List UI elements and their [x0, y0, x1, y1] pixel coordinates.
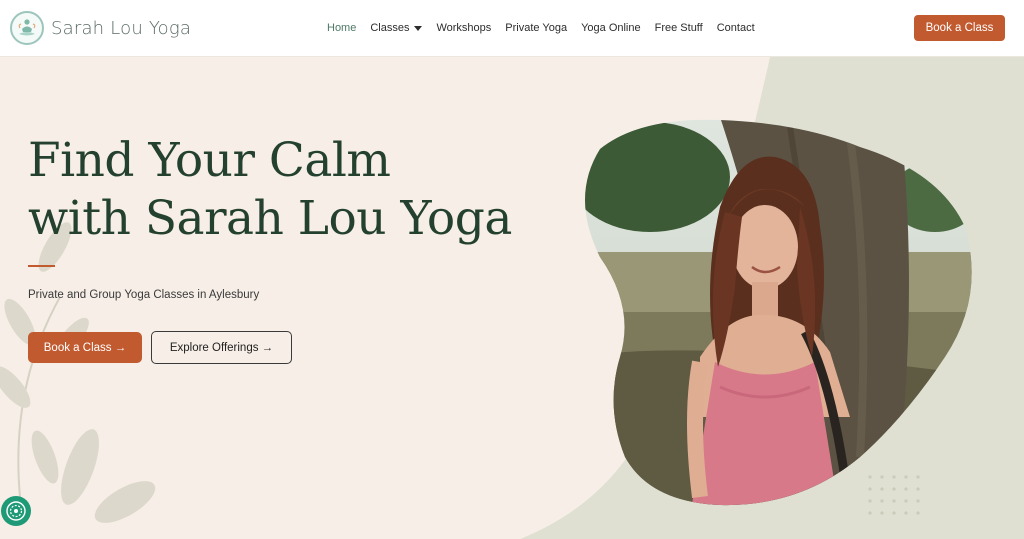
- nav-item-private-yoga[interactable]: Private Yoga: [498, 22, 574, 34]
- headline-line-1: Find Your Calm: [28, 133, 391, 188]
- nav-label: Classes: [370, 22, 410, 34]
- nav-item-classes[interactable]: Classes: [363, 22, 429, 34]
- site-header: Sarah Lou Yoga Home Classes Workshops Pr…: [0, 0, 1024, 57]
- accent-divider: [28, 265, 55, 267]
- nav-item-home[interactable]: Home: [320, 22, 363, 34]
- nav-label: Workshops: [436, 22, 492, 34]
- accessibility-icon[interactable]: [1, 496, 31, 526]
- hero-subtitle: Private and Group Yoga Classes in Aylesb…: [28, 289, 260, 301]
- nav-item-free-stuff[interactable]: Free Stuff: [648, 22, 710, 34]
- brand-name: Sarah Lou Yoga: [51, 17, 192, 39]
- hero-headline: Find Your Calm with Sarah Lou Yoga: [28, 132, 548, 248]
- book-class-header-button[interactable]: Book a Class: [914, 15, 1005, 41]
- main-nav: Home Classes Workshops Private Yoga Yoga…: [320, 0, 762, 56]
- nav-label: Contact: [716, 22, 755, 34]
- book-class-button[interactable]: Book a Class →: [28, 332, 142, 363]
- meditation-figure-icon: [10, 11, 44, 45]
- headline-line-2: with Sarah Lou Yoga: [28, 191, 512, 246]
- nav-label: Free Stuff: [654, 22, 703, 34]
- brand-logo[interactable]: Sarah Lou Yoga: [10, 10, 191, 46]
- explore-offerings-button[interactable]: Explore Offerings →: [151, 331, 292, 364]
- caret-down-icon: [414, 25, 423, 31]
- nav-item-yoga-online[interactable]: Yoga Online: [574, 22, 648, 34]
- nav-item-workshops[interactable]: Workshops: [429, 22, 498, 34]
- nav-item-contact[interactable]: Contact: [710, 22, 762, 34]
- nav-label: Yoga Online: [581, 22, 641, 34]
- hero-section: Find Your Calm with Sarah Lou Yoga Priva…: [0, 57, 1024, 539]
- nav-label: Home: [327, 22, 357, 34]
- nav-label: Private Yoga: [505, 22, 568, 34]
